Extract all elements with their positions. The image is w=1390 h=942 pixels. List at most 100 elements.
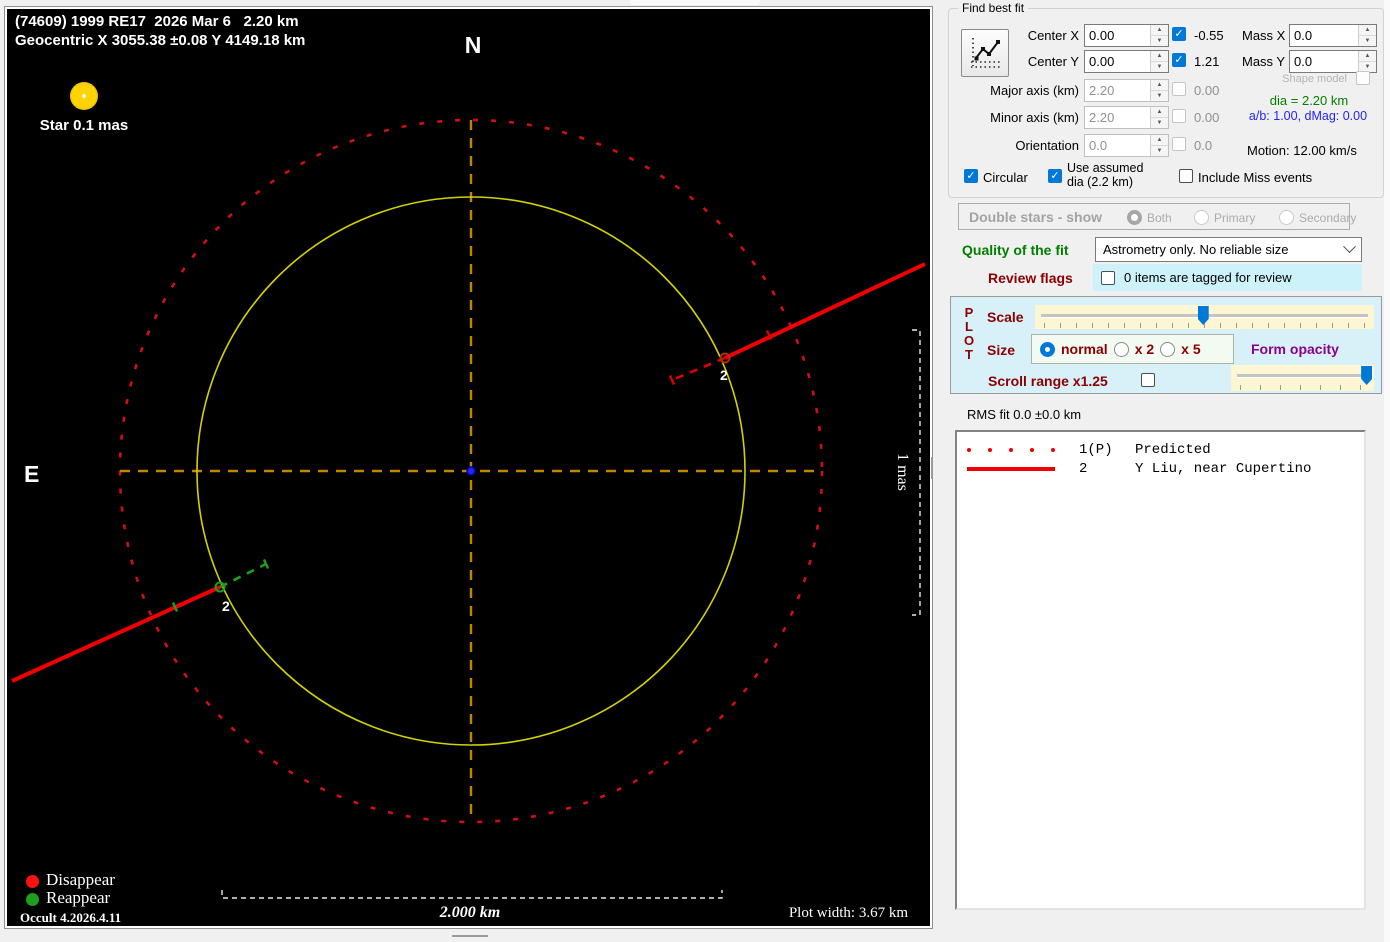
window-right-edge bbox=[1384, 0, 1390, 942]
fit-chart-icon bbox=[965, 32, 1005, 72]
disappear-legend-dot bbox=[26, 875, 39, 888]
plot-title-line1: (74609) 1999 RE17 2026 Mar 6 2.20 km bbox=[15, 12, 299, 31]
mass-y-spinner[interactable]: ▲ ▼ bbox=[1289, 50, 1377, 73]
plot-width-label: Plot width: 3.67 km bbox=[789, 905, 908, 922]
center-y-label: Center Y bbox=[1007, 54, 1079, 69]
double-stars-primary-radio[interactable] bbox=[1194, 210, 1209, 225]
vertical-splitter-handle[interactable] bbox=[931, 457, 933, 479]
orientation-label: Orientation bbox=[969, 138, 1079, 153]
orientation-spinner: ▲ ▼ bbox=[1084, 134, 1169, 157]
list-item[interactable]: 1(P) Predicted bbox=[957, 440, 1364, 459]
double-stars-both-radio[interactable] bbox=[1127, 210, 1142, 225]
include-miss-events-checkbox[interactable] bbox=[1179, 169, 1193, 183]
plot-panel-letters: P L O T bbox=[962, 306, 976, 362]
double-stars-group: Double stars - show Both Primary Seconda… bbox=[958, 203, 1350, 230]
chevron-down-icon bbox=[1343, 240, 1356, 253]
plot-letter-p: P bbox=[962, 306, 976, 320]
observer-name: Y Liu, near Cupertino bbox=[1135, 461, 1311, 477]
size-x2-label: x 2 bbox=[1135, 341, 1154, 357]
disappear-legend-label: Disappear bbox=[46, 870, 115, 890]
form-opacity-slider-thumb[interactable] bbox=[1361, 366, 1372, 385]
fit-major-axis-checkbox[interactable] bbox=[1172, 82, 1186, 96]
east-label: E bbox=[24, 461, 39, 488]
shape-model-checkbox[interactable] bbox=[1356, 71, 1370, 85]
scale-slider[interactable] bbox=[1035, 305, 1374, 329]
use-assumed-dia-label-line2: dia (2.2 km) bbox=[1067, 175, 1133, 189]
spin-up-icon: ▲ bbox=[1151, 135, 1168, 146]
spin-down-icon[interactable]: ▼ bbox=[1359, 36, 1376, 46]
major-axis-input bbox=[1085, 80, 1150, 101]
center-x-input[interactable] bbox=[1085, 25, 1150, 46]
fit-orientation-checkbox[interactable] bbox=[1172, 137, 1186, 151]
orientation-err-value: 0.0 bbox=[1194, 138, 1212, 153]
include-miss-events-label: Include Miss events bbox=[1198, 170, 1312, 185]
mass-x-input[interactable] bbox=[1290, 25, 1358, 46]
center-x-spin-buttons[interactable]: ▲ ▼ bbox=[1150, 25, 1168, 46]
minor-axis-spin-buttons: ▲ ▼ bbox=[1150, 107, 1168, 128]
scale-slider-ticks bbox=[1044, 323, 1365, 328]
spin-up-icon[interactable]: ▲ bbox=[1359, 25, 1376, 36]
spin-up-icon[interactable]: ▲ bbox=[1151, 25, 1168, 36]
fit-center-x-checkbox[interactable]: ✓ bbox=[1172, 27, 1186, 41]
center-y-input[interactable] bbox=[1085, 51, 1150, 72]
use-assumed-dia-checkbox[interactable]: ✓ bbox=[1048, 169, 1062, 183]
circular-label: Circular bbox=[983, 170, 1028, 185]
check-icon: ✓ bbox=[966, 171, 975, 182]
mass-y-spin-buttons[interactable]: ▲ ▼ bbox=[1358, 51, 1376, 72]
review-flags-text: 0 items are tagged for review bbox=[1124, 270, 1292, 285]
major-axis-spinner: ▲ ▼ bbox=[1084, 79, 1169, 102]
center-y-spin-buttons[interactable]: ▲ ▼ bbox=[1150, 51, 1168, 72]
chord2-reappear-errorbar bbox=[220, 564, 266, 587]
mass-x-spin-buttons[interactable]: ▲ ▼ bbox=[1358, 25, 1376, 46]
double-stars-secondary-radio[interactable] bbox=[1279, 210, 1294, 225]
center-y-fit-value: 1.21 bbox=[1194, 54, 1219, 69]
check-icon: ✓ bbox=[1174, 29, 1183, 40]
scale-label: Scale bbox=[987, 309, 1024, 325]
spin-up-icon[interactable]: ▲ bbox=[1359, 51, 1376, 62]
minor-axis-label: Minor axis (km) bbox=[969, 110, 1079, 125]
size-normal-radio[interactable] bbox=[1040, 342, 1055, 357]
horizontal-splitter-handle[interactable] bbox=[452, 935, 488, 937]
run-fit-button[interactable] bbox=[961, 29, 1009, 77]
diameter-result-text: dia = 2.20 km bbox=[1244, 93, 1374, 108]
use-assumed-dia-label-line1: Use assumed bbox=[1067, 161, 1143, 175]
plot-title-line2: Geocentric X 3055.38 ±0.08 Y 4149.18 km bbox=[15, 31, 305, 50]
list-item[interactable]: 2 Y Liu, near Cupertino bbox=[957, 459, 1364, 478]
spin-down-icon[interactable]: ▼ bbox=[1151, 36, 1168, 46]
star-size-dot bbox=[70, 82, 98, 110]
occultation-plot[interactable]: 2 2 1 mas (74609) 1999 RE17 2026 Mar 6 2… bbox=[7, 9, 930, 926]
center-y-spinner[interactable]: ▲ ▼ bbox=[1084, 50, 1169, 73]
review-flags-checkbox[interactable] bbox=[1101, 271, 1115, 285]
circular-checkbox[interactable]: ✓ bbox=[964, 169, 978, 183]
quality-of-fit-value: Astrometry only. No reliable size bbox=[1103, 242, 1288, 257]
axis-ratio-text: a/b: 1.00, dMag: 0.00 bbox=[1237, 109, 1379, 123]
center-x-spinner[interactable]: ▲ ▼ bbox=[1084, 24, 1169, 47]
spin-up-icon[interactable]: ▲ bbox=[1151, 51, 1168, 62]
chord2-left-solid bbox=[12, 587, 220, 681]
size-label: Size bbox=[987, 342, 1015, 358]
minor-axis-err-value: 0.00 bbox=[1194, 110, 1219, 125]
fit-center-y-checkbox[interactable]: ✓ bbox=[1172, 53, 1186, 67]
observer-list[interactable]: 1(P) Predicted 2 Y Liu, near Cupertino bbox=[955, 430, 1366, 910]
spin-down-icon: ▼ bbox=[1151, 146, 1168, 156]
quality-of-fit-dropdown[interactable]: Astrometry only. No reliable size bbox=[1095, 237, 1362, 262]
mass-x-spinner[interactable]: ▲ ▼ bbox=[1289, 24, 1377, 47]
disappear-error-tick-inner bbox=[670, 376, 674, 385]
size-x2-radio[interactable] bbox=[1114, 342, 1129, 357]
spin-down-icon[interactable]: ▼ bbox=[1151, 62, 1168, 72]
app-version-label: Occult 4.2026.4.11 bbox=[20, 910, 121, 926]
size-x5-radio[interactable] bbox=[1160, 342, 1175, 357]
km-scalebar bbox=[222, 890, 722, 898]
top-resize-grip[interactable] bbox=[630, 0, 760, 5]
mass-y-input[interactable] bbox=[1290, 51, 1358, 72]
legend-solid-swatch bbox=[967, 467, 1055, 471]
observer-id: 2 bbox=[1079, 461, 1135, 477]
fit-minor-axis-checkbox[interactable] bbox=[1172, 109, 1186, 123]
km-scalebar-label: 2.000 km bbox=[405, 904, 535, 922]
reappear-legend-label: Reappear bbox=[46, 888, 110, 908]
scroll-range-checkbox[interactable] bbox=[1141, 373, 1155, 387]
form-opacity-slider[interactable] bbox=[1231, 365, 1374, 391]
reappear-legend-dot bbox=[26, 893, 39, 906]
legend-dotted-swatch bbox=[967, 448, 1055, 452]
minor-axis-spinner: ▲ ▼ bbox=[1084, 106, 1169, 129]
